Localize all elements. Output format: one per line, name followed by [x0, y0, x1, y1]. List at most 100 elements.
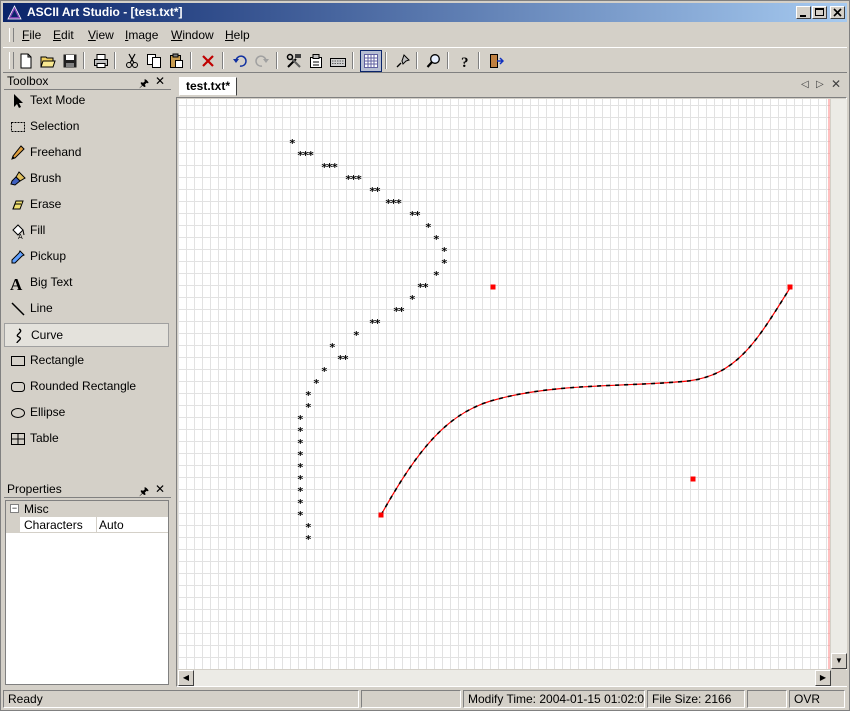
tool-selection[interactable]: Selection: [4, 115, 169, 139]
tool-line[interactable]: Line: [4, 297, 169, 321]
chevron-left-icon[interactable]: ◁: [801, 79, 809, 90]
tool-rectangle[interactable]: Rectangle: [4, 349, 169, 373]
new-file-icon: [18, 53, 34, 69]
status-bar: Ready Modify Time: 2004-01-15 01:02:00 F…: [3, 689, 847, 709]
tool-ellipse[interactable]: Ellipse: [4, 401, 169, 425]
menu-bar: File Edit View Image Window Help: [3, 25, 847, 45]
main-toolbar: ?: [3, 47, 847, 73]
toolbar-grip[interactable]: [9, 52, 14, 69]
close-button[interactable]: [830, 6, 845, 19]
tool-freehand[interactable]: Freehand: [4, 141, 169, 165]
close-icon[interactable]: ✕: [155, 482, 165, 496]
menu-view[interactable]: View: [88, 28, 114, 44]
pencil-icon: [10, 145, 26, 161]
tool-brush[interactable]: Brush: [4, 167, 169, 191]
minimize-button[interactable]: [796, 6, 811, 19]
ascii-asterisk-run: *: [329, 341, 335, 354]
tab-test-txt[interactable]: test.txt*: [179, 77, 237, 96]
new-button[interactable]: [15, 50, 37, 72]
scroll-corner: [831, 670, 847, 686]
status-modify-time: Modify Time: 2004-01-15 01:02:00: [463, 690, 645, 708]
undo-icon: [232, 53, 248, 69]
close-icon[interactable]: ✕: [155, 74, 165, 88]
curve-path-chars: [381, 288, 790, 515]
status-file-size: File Size: 2166: [647, 690, 745, 708]
tool-text-mode[interactable]: Text Mode: [4, 89, 169, 113]
horizontal-scrollbar[interactable]: ◀ ▶: [178, 670, 831, 686]
svg-text:A: A: [10, 275, 23, 291]
svg-text:A: A: [18, 234, 23, 239]
control-point-2[interactable]: [691, 477, 696, 482]
curve-start-point[interactable]: [379, 513, 384, 518]
help-button[interactable]: ?: [454, 50, 476, 72]
pin-button[interactable]: [392, 50, 414, 72]
property-value[interactable]: Auto: [96, 517, 124, 533]
selection-icon: [10, 119, 26, 135]
menu-help[interactable]: Help: [225, 28, 250, 44]
settings-icon: [308, 53, 324, 69]
rectangle-icon: [10, 353, 26, 369]
ascii-asterisk-run: *: [433, 233, 439, 246]
toolbar-separator: [190, 52, 192, 69]
ellipse-icon: [10, 405, 26, 421]
property-row[interactable]: Characters Auto: [6, 517, 168, 533]
fill-bucket-icon: A: [10, 223, 26, 239]
scroll-down-button[interactable]: ▼: [831, 653, 847, 669]
eyedropper-icon: [10, 249, 26, 265]
ascii-asterisk-run: *: [353, 329, 359, 342]
cut-button[interactable]: [121, 50, 143, 72]
zoom-button[interactable]: [423, 50, 445, 72]
scroll-left-button[interactable]: ◀: [178, 670, 194, 686]
menu-window[interactable]: Window: [171, 28, 214, 44]
menu-grip[interactable]: [9, 28, 14, 42]
big-text-icon: A: [10, 275, 26, 291]
tool-pickup[interactable]: Pickup: [4, 245, 169, 269]
grid-toggle-button[interactable]: [360, 50, 382, 72]
curve-path[interactable]: [381, 288, 790, 515]
curve-end-point[interactable]: [788, 285, 793, 290]
ascii-asterisk-run: ***: [321, 161, 337, 174]
save-button[interactable]: [59, 50, 81, 72]
ascii-asterisk-run: *: [433, 269, 439, 282]
close-icon: [831, 7, 844, 18]
property-category[interactable]: − Misc: [6, 501, 168, 517]
tool-erase[interactable]: Erase: [4, 193, 169, 217]
ascii-asterisk-run: **: [409, 209, 420, 222]
tool-big-text[interactable]: A Big Text: [4, 271, 169, 295]
paste-button[interactable]: [165, 50, 187, 72]
undo-button[interactable]: [229, 50, 251, 72]
control-point-1[interactable]: [491, 285, 496, 290]
tool-fill[interactable]: A Fill: [4, 219, 169, 243]
title-bar[interactable]: ASCII Art Studio - [test.txt*]: [3, 3, 847, 22]
settings-button[interactable]: [305, 50, 327, 72]
close-icon[interactable]: ✕: [831, 77, 841, 91]
brush-icon: [10, 171, 26, 187]
maximize-button[interactable]: [812, 6, 827, 19]
delete-button[interactable]: [197, 50, 219, 72]
tools-icon: [286, 53, 302, 69]
ascii-asterisk-run: *: [305, 533, 311, 546]
print-button[interactable]: [90, 50, 112, 72]
redo-button[interactable]: [251, 50, 273, 72]
drawing-canvas[interactable]: ****************************************…: [178, 99, 830, 669]
line-icon: [10, 301, 26, 317]
curve-icon: [11, 328, 27, 344]
keyboard-button[interactable]: [327, 50, 349, 72]
exit-icon: [488, 53, 504, 69]
ascii-asterisk-run: *: [297, 509, 303, 522]
exit-button[interactable]: [485, 50, 507, 72]
menu-file[interactable]: File: [22, 28, 41, 44]
tool-table[interactable]: Table: [4, 427, 169, 451]
vertical-scrollbar[interactable]: ▼: [831, 99, 847, 669]
tool-curve[interactable]: Curve: [4, 323, 169, 347]
toolbar-separator: [83, 52, 85, 69]
tool-rounded-rectangle[interactable]: Rounded Rectangle: [4, 375, 169, 399]
menu-edit[interactable]: Edit: [53, 28, 74, 44]
open-button[interactable]: [37, 50, 59, 72]
collapse-icon[interactable]: −: [10, 504, 19, 513]
chevron-right-icon[interactable]: ▷: [816, 79, 824, 90]
copy-button[interactable]: [143, 50, 165, 72]
menu-image[interactable]: Image: [125, 28, 158, 44]
scroll-right-button[interactable]: ▶: [815, 670, 831, 686]
tools-button[interactable]: [283, 50, 305, 72]
